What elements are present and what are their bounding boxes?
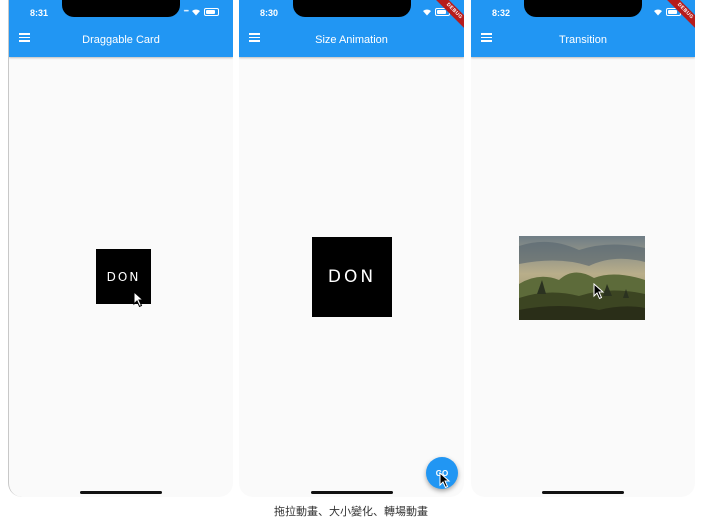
device-notch	[292, 0, 411, 17]
status-time: 8:32	[492, 8, 511, 18]
size-animated-card[interactable]: DON	[312, 237, 392, 317]
battery-icon	[204, 8, 219, 16]
page-title: Size Animation	[315, 34, 388, 46]
home-indicator	[80, 491, 162, 494]
app-bar: 8:31 •••• Draggable Card	[9, 0, 233, 57]
landscape-image[interactable]	[519, 236, 645, 320]
device-notch	[524, 0, 642, 17]
page-title: Transition	[559, 34, 607, 46]
wifi-icon	[654, 9, 662, 16]
home-indicator	[310, 491, 393, 494]
status-time: 8:30	[260, 8, 279, 18]
device-notch	[62, 0, 180, 17]
mouse-cursor-icon	[593, 283, 605, 300]
page-title: Draggable Card	[82, 34, 160, 46]
phone-screen-draggable-card: 8:31 •••• Draggable Card DON	[8, 0, 233, 497]
signal-dots-icon: ••••	[183, 9, 190, 15]
app-bar: 8:30 DEBUG Size Animation	[239, 0, 464, 57]
phone-screen-size-animation: 8:30 DEBUG Size Animation DON GO	[239, 0, 464, 497]
mouse-cursor-icon	[439, 472, 451, 489]
status-time: 8:31	[30, 8, 49, 18]
app-bar: 8:32 DEBUG Transition	[471, 0, 695, 57]
mouse-cursor-icon	[133, 291, 145, 308]
home-indicator	[542, 491, 624, 494]
wifi-icon	[192, 9, 200, 16]
status-icons: ••••	[184, 6, 219, 18]
phone-screen-transition: 8:32 DEBUG Transition	[471, 0, 695, 497]
figure-caption: 拖拉動畫、大小變化、轉場動畫	[274, 506, 428, 518]
wifi-icon	[423, 9, 431, 16]
